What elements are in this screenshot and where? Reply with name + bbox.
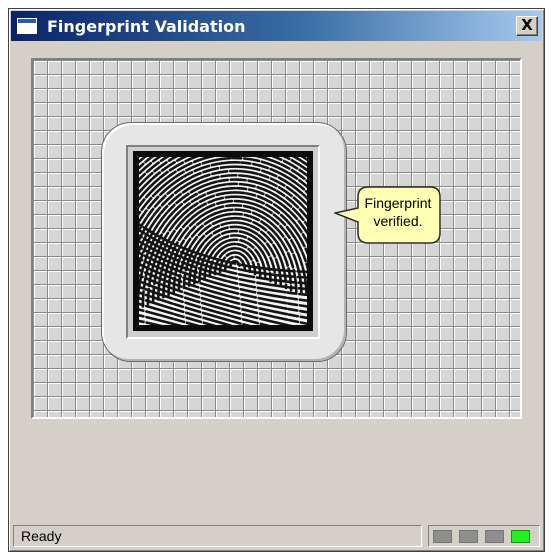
title-bar[interactable]: Fingerprint Validation X [11,11,542,41]
status-led-1 [433,530,452,543]
fingerprint-icon [139,157,307,325]
scanner-grid-panel: Fingerprint verified. [31,58,522,419]
status-led-2 [459,530,478,543]
sensor-frame [101,122,347,362]
status-text: Ready [13,525,422,547]
fingerprint-image [133,151,313,331]
verification-callout: Fingerprint verified. [334,186,441,244]
sensor-window [126,145,320,339]
fingerprint-validation-window: Fingerprint Validation X Fingerprint ver… [8,8,545,552]
status-led-4 [511,530,530,543]
window-title: Fingerprint Validation [47,17,246,36]
app-window-icon [17,18,37,34]
status-bar: Ready [11,525,542,549]
callout-text: Fingerprint verified. [364,195,432,229]
status-led-3 [485,530,504,543]
status-indicators [428,525,540,547]
close-button[interactable]: X [516,16,538,36]
